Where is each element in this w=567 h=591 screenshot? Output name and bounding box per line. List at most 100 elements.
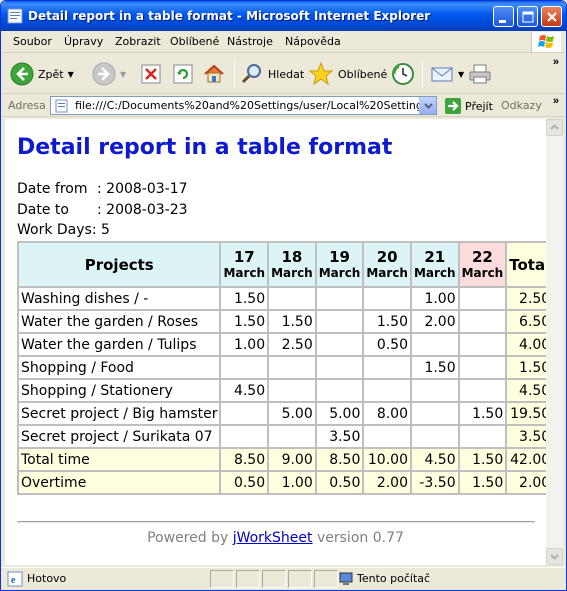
close-button[interactable] [541, 6, 562, 27]
search-button[interactable]: Hledat [240, 58, 304, 90]
table-row: Secret project / Big hamster 5.00 5.00 8.00… [18, 402, 546, 425]
day-month: March [318, 265, 361, 280]
day-header: 22 March [458, 242, 507, 287]
hours-cell: 4.50 [220, 379, 269, 402]
maximize-button[interactable] [517, 6, 538, 27]
hours-cell [458, 287, 507, 310]
minimize-button[interactable] [493, 6, 514, 27]
hours-cell: 1.00 [410, 287, 459, 310]
row-total-cell: 1.50 [506, 356, 546, 379]
day-number: 20 [376, 247, 398, 266]
work-days-label: Work Days [17, 222, 92, 238]
hours-cell [220, 356, 269, 379]
history-button[interactable] [391, 58, 415, 90]
day-month: March [413, 265, 456, 280]
address-bar: Adresa file:///C:/Documents%20and%20Sett… [2, 94, 565, 117]
hours-cell: 9.00 [268, 448, 316, 471]
row-total-cell: 4.50 [506, 379, 546, 402]
table-row: Secret project / Surikata 07 3.50 3.50 [18, 425, 546, 448]
hours-cell: 1.50 [268, 310, 316, 333]
hours-cell: 3.50 [315, 425, 364, 448]
status-pane [210, 570, 234, 588]
project-name: Water the garden / Roses [18, 310, 221, 333]
menu-upravy[interactable]: Úpravy [64, 35, 103, 48]
scroll-down-button[interactable] [546, 548, 563, 565]
menu-oblibene[interactable]: Oblíbené [170, 35, 219, 48]
page-icon [54, 99, 70, 118]
footer-prefix: Powered by [147, 530, 233, 546]
vertical-scrollbar[interactable] [546, 119, 563, 565]
hours-cell: 2.00 [410, 310, 459, 333]
day-number: 17 [233, 247, 255, 266]
row-total-cell: 4.00 [506, 333, 546, 356]
ie-window: Detail report in a table format - Micros… [0, 0, 567, 591]
hours-cell [410, 425, 459, 448]
hours-cell [363, 287, 411, 310]
hours-cell [458, 310, 507, 333]
back-dropdown-icon[interactable]: ▼ [68, 70, 74, 79]
status-text: Hotovo [27, 572, 67, 585]
back-button[interactable]: Zpět ▼ [10, 58, 74, 90]
hours-cell: 1.00 [268, 471, 316, 494]
date-to-label: Date to [17, 202, 69, 218]
refresh-button[interactable] [172, 58, 194, 90]
project-name: Secret project / Big hamster [18, 402, 221, 425]
menu-soubor[interactable]: Soubor [13, 35, 52, 48]
hours-cell: 4.50 [410, 448, 459, 471]
forward-button[interactable]: ▼ [92, 58, 126, 90]
home-button[interactable] [202, 58, 226, 90]
hours-cell [315, 333, 364, 356]
address-dropdown-button[interactable] [419, 97, 436, 114]
date-from-value: : 2008-03-17 [97, 181, 188, 197]
favorites-button[interactable]: Oblíbené [308, 58, 387, 90]
title-bar[interactable]: Detail report in a table format - Micros… [1, 1, 566, 31]
hours-cell [363, 425, 411, 448]
hours-cell: 1.50 [363, 310, 411, 333]
jworksheet-link[interactable]: jWorkSheet [233, 530, 313, 546]
work-days-line: Work Days: 5 [17, 222, 110, 238]
day-header: 17 March [220, 242, 269, 287]
hours-cell: 0.50 [315, 471, 364, 494]
go-label: Přejít [465, 99, 493, 113]
status-pane [236, 570, 260, 588]
favorites-label: Oblíbené [338, 67, 388, 81]
day-number: 18 [281, 247, 303, 266]
hours-cell [268, 425, 316, 448]
links-label[interactable]: Odkazy [501, 99, 542, 112]
table-header-row: Projects 17 March 18 March 19 March 20 March 21 M… [18, 242, 546, 287]
hours-cell [220, 402, 269, 425]
ie-status-icon: e [7, 571, 23, 590]
row-total-cell: 19.50 [506, 402, 546, 425]
date-to-value: : 2008-03-23 [97, 202, 188, 218]
hours-cell [315, 356, 364, 379]
menu-nastroje[interactable]: Nástroje [227, 35, 273, 48]
back-label: Zpět [38, 67, 64, 81]
go-button[interactable]: Přejít [444, 97, 493, 115]
hours-cell [220, 425, 269, 448]
menu-napoveda[interactable]: Nápověda [285, 35, 341, 48]
links-chevron-icon[interactable]: » [553, 95, 559, 107]
status-pane [262, 570, 286, 588]
projects-header: Projects [18, 242, 221, 287]
mail-dropdown-icon[interactable]: ▼ [458, 70, 464, 79]
menu-bar: Soubor Úpravy Zobrazit Oblíbené Nástroje… [2, 31, 565, 53]
stop-button[interactable] [140, 58, 162, 90]
hours-cell: 10.00 [363, 448, 411, 471]
day-number: 22 [471, 247, 493, 266]
scroll-up-button[interactable] [546, 119, 563, 136]
forward-dropdown-icon[interactable]: ▼ [120, 70, 126, 79]
address-input[interactable]: file:///C:/Documents%20and%20Settings/us… [50, 96, 437, 115]
hours-cell [458, 379, 507, 402]
print-button[interactable] [468, 58, 492, 90]
date-from-label: Date from [17, 181, 88, 197]
work-days-value: : 5 [91, 222, 110, 238]
date-from-line: Date from : 2008-03-17 [17, 181, 188, 197]
hours-cell: 8.00 [363, 402, 411, 425]
toolbar-chevron-icon[interactable]: » [553, 56, 559, 68]
row-total-cell: 3.50 [506, 425, 546, 448]
star-icon [308, 61, 334, 86]
computer-zone-icon [338, 571, 354, 590]
mail-button[interactable]: ▼ [430, 58, 464, 90]
footer-divider [17, 521, 535, 523]
menu-zobrazit[interactable]: Zobrazit [115, 35, 161, 48]
